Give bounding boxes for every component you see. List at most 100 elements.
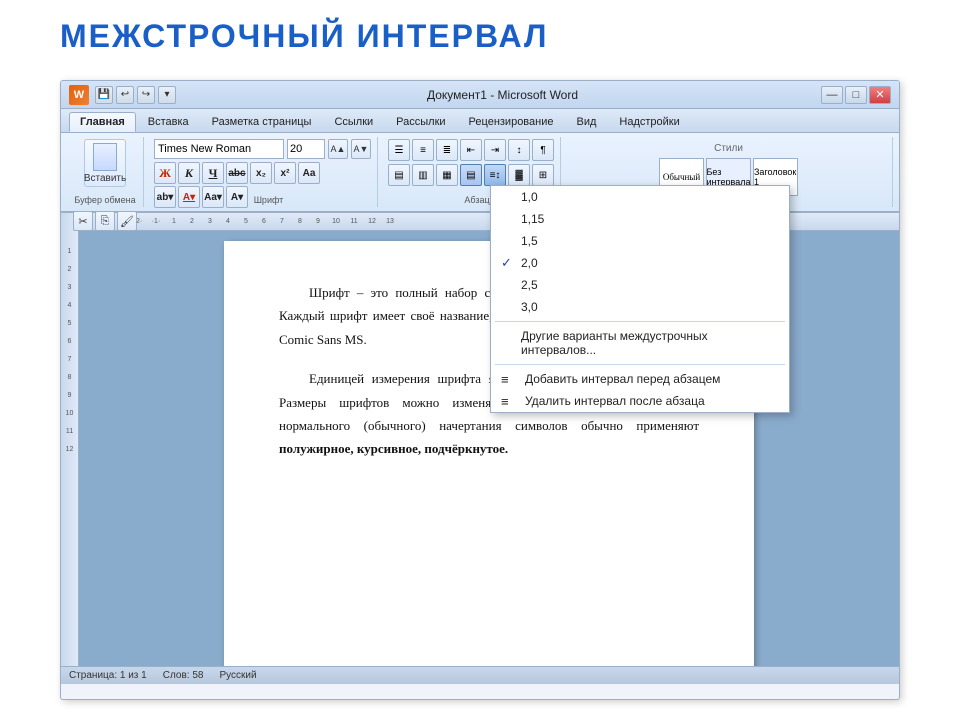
shading-button[interactable]: ▓ [508,164,530,186]
linespacing-button[interactable]: ≡↕ [484,164,506,186]
spacing-1-15[interactable]: 1,15 [491,208,789,230]
italic-button[interactable]: К [178,162,200,184]
ruler-v-6: 6 [68,333,72,351]
ruler-h-mark: 4 [219,218,237,225]
paste-button[interactable]: Вставить [84,139,126,187]
paste-icon [93,143,117,171]
strikethrough-button[interactable]: abc [226,162,248,184]
spacing-1-5[interactable]: 1,5 [491,230,789,252]
tab-review[interactable]: Рецензирование [458,112,565,132]
tab-mailings[interactable]: Рассылки [385,112,456,132]
maximize-button[interactable]: □ [845,86,867,104]
ruler-v-5: 5 [68,315,72,333]
sort-button[interactable]: ↕ [508,139,530,161]
formatpainter-button[interactable]: 🖌 [117,211,137,231]
add-before-label: Добавить интервал перед абзацем [525,372,720,386]
ruler-h-mark: 9 [309,218,327,225]
cut-button[interactable]: ✂ [73,211,93,231]
clipboard-label: Буфер обмена [67,195,143,205]
spacing-1-0[interactable]: 1,0 [491,186,789,208]
tab-home[interactable]: Главная [69,112,136,132]
ribbon-tabs: Главная Вставка Разметка страницы Ссылки… [61,109,899,133]
spacing-2-5[interactable]: 2,5 [491,274,789,296]
font-label: Шрифт [154,195,383,205]
ruler-v-12: 12 [66,441,74,459]
ruler-v-10: 10 [66,405,74,423]
window-controls: — □ ✕ [821,86,891,104]
ruler-v-4: 4 [68,297,72,315]
spacing-3-0[interactable]: 3,0 [491,296,789,318]
ruler-h-mark: ·1· [147,218,165,225]
add-before-item[interactable]: ≡ Добавить интервал перед абзацем [491,368,789,390]
undo-button[interactable]: ↩ [116,86,134,104]
ruler-h-mark: 5 [237,218,255,225]
align-center-button[interactable]: ▥ [412,164,434,186]
bullets-button[interactable]: ☰ [388,139,410,161]
close-button[interactable]: ✕ [869,86,891,104]
multilevel-button[interactable]: ≣ [436,139,458,161]
add-before-icon: ≡ [501,372,509,387]
tab-view[interactable]: Вид [566,112,608,132]
spacing-1-15-label: 1,15 [521,212,544,226]
redo-button[interactable]: ↪ [137,86,155,104]
tab-pagelayout[interactable]: Разметка страницы [201,112,323,132]
ruler-h-mark: 12 [363,218,381,225]
menu-divider-1 [495,321,785,322]
other-intervals-item[interactable]: Другие варианты междустрочных интервалов… [491,325,789,361]
word-app-icon: W [69,85,89,105]
remove-after-item[interactable]: ≡ Удалить интервал после абзаца [491,390,789,412]
bold-button[interactable]: Ж [154,162,176,184]
ruler-v-9: 9 [68,387,72,405]
subscript-button[interactable]: x₂ [250,162,272,184]
menu-divider-2 [495,364,785,365]
grow-font-button[interactable]: A▲ [328,139,348,159]
customize-button[interactable]: ▾ [158,86,176,104]
underline-button[interactable]: Ч [202,162,224,184]
align-right-button[interactable]: ▦ [436,164,458,186]
save-button[interactable]: 💾 [95,86,113,104]
title-bar: W 💾 ↩ ↪ ▾ Документ1 - Microsoft Word — □… [61,81,899,109]
numbering-button[interactable]: ≡ [412,139,434,161]
spacing-1-5-label: 1,5 [521,234,538,248]
ruler-v-3: 3 [68,279,72,297]
ruler-h-mark: 6 [255,218,273,225]
ruler-h-mark: 8 [291,218,309,225]
status-bar: Страница: 1 из 1 Слов: 58 Русский [61,666,899,684]
ruler-v-2: 2 [68,261,72,279]
page-title: МЕЖСТРОЧНЫЙ ИНТЕРВАЛ [60,18,548,55]
align-justify-button[interactable]: ▤ [460,164,482,186]
indent-button[interactable]: ⇥ [484,139,506,161]
tab-references[interactable]: Ссылки [323,112,384,132]
window-title: Документ1 - Microsoft Word [184,88,821,102]
bold-span: полужирное, курсивное, подчёркнутое. [279,441,508,456]
font-size-input[interactable] [287,139,325,159]
ruler-h-mark: 13 [381,218,399,225]
tab-addins[interactable]: Надстройки [608,112,690,132]
shrink-font-button[interactable]: A▼ [351,139,371,159]
minimize-button[interactable]: — [821,86,843,104]
ruler-v-1: 1 [68,243,72,261]
vertical-ruler: 1 2 3 4 5 6 7 8 9 10 11 12 [61,213,79,666]
spacing-2-0[interactable]: 2,0 [491,252,789,274]
borders-button[interactable]: ⊞ [532,164,554,186]
font-name-row: A▲ A▼ [154,139,371,159]
tab-insert[interactable]: Вставка [137,112,200,132]
lang-status: Русский [219,670,256,681]
showmarks-button[interactable]: ¶ [532,139,554,161]
clearformat-button[interactable]: Aa [298,162,320,184]
outdent-button[interactable]: ⇤ [460,139,482,161]
remove-after-label: Удалить интервал после абзаца [525,394,705,408]
paste-label: Вставить [84,173,126,184]
spacing-1-0-label: 1,0 [521,190,538,204]
align-left-button[interactable]: ▤ [388,164,410,186]
line-spacing-dropdown: 1,0 1,15 1,5 2,0 2,5 3,0 Другие варианты… [490,185,790,413]
word-count: Слов: 58 [163,670,204,681]
ruler-v-8: 8 [68,369,72,387]
copy-button[interactable]: ⎘ [95,211,115,231]
page-count: Страница: 1 из 1 [69,670,147,681]
font-name-input[interactable] [154,139,284,159]
spacing-2-5-label: 2,5 [521,278,538,292]
ruler-h-mark: 10 [327,218,345,225]
superscript-button[interactable]: x² [274,162,296,184]
ruler-h-mark: 2 [183,218,201,225]
